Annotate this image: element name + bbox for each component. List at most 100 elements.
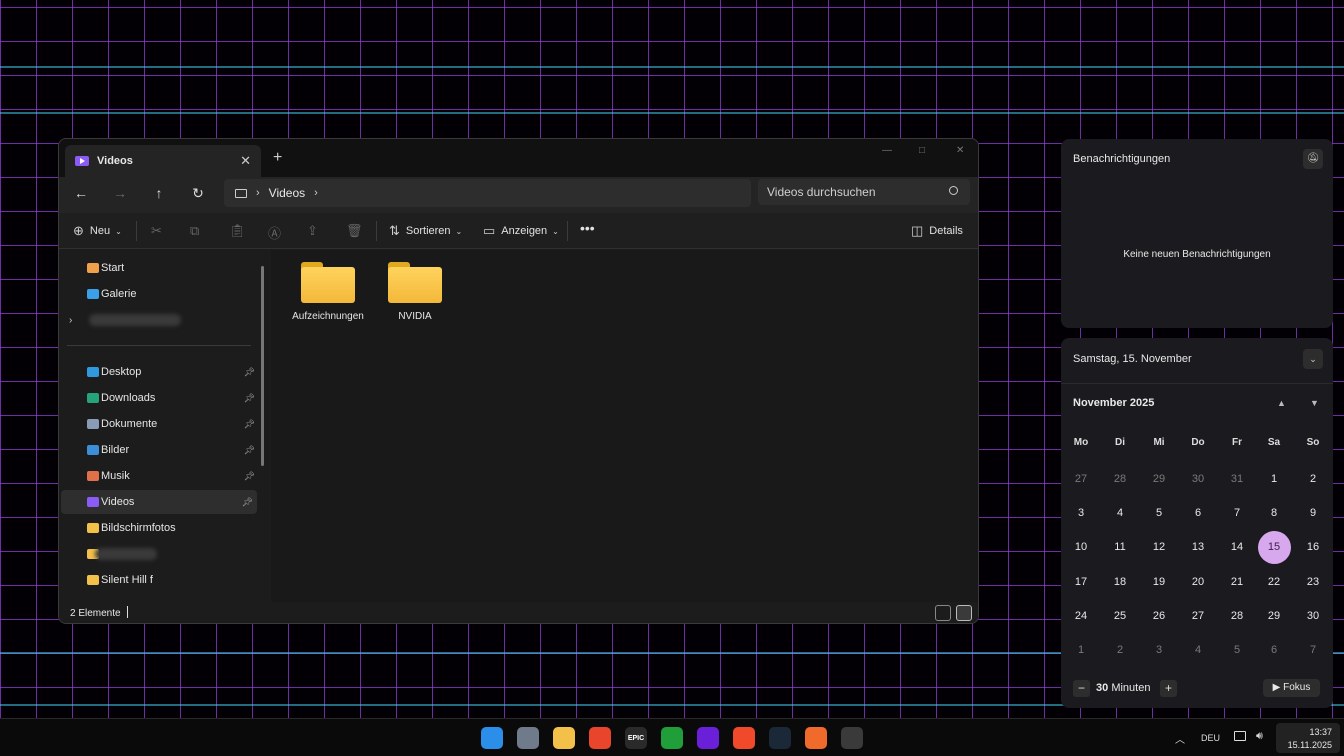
calendar-day[interactable]: 2 bbox=[1298, 464, 1328, 494]
calendar-day[interactable]: 21 bbox=[1222, 567, 1252, 597]
search-input[interactable]: Videos durchsuchen bbox=[758, 179, 970, 205]
forward-button[interactable]: → bbox=[110, 185, 130, 201]
sidebar-item-bildschirmfotos[interactable]: Bildschirmfotos bbox=[59, 516, 259, 540]
file-explorer-icon[interactable] bbox=[553, 727, 575, 749]
sidebar-item-downloads[interactable]: Downloads 📌︎ bbox=[59, 386, 259, 410]
steam-icon[interactable] bbox=[769, 727, 791, 749]
up-button[interactable]: ↑ bbox=[149, 185, 169, 201]
sidebar-item-videos[interactable]: Videos 📌︎ bbox=[61, 490, 257, 514]
calendar-day[interactable]: 5 bbox=[1222, 635, 1252, 665]
calendar-day[interactable]: 3 bbox=[1144, 635, 1174, 665]
calendar-day-today[interactable]: 15 bbox=[1257, 530, 1291, 564]
more-options-button[interactable]: ••• bbox=[580, 220, 595, 236]
calendar-day[interactable]: 28 bbox=[1105, 464, 1135, 494]
pin-icon[interactable]: 📌︎ bbox=[242, 497, 253, 508]
sidebar-item-desktop[interactable]: Desktop 📌︎ bbox=[59, 360, 259, 384]
back-button[interactable]: ← bbox=[71, 185, 91, 201]
calendar-day[interactable]: 30 bbox=[1298, 601, 1328, 631]
chevron-right-icon[interactable]: › bbox=[256, 187, 260, 199]
calendar-day[interactable]: 24 bbox=[1066, 601, 1096, 631]
calendar-day[interactable]: 7 bbox=[1298, 635, 1328, 665]
input-language[interactable]: DEU bbox=[1201, 733, 1220, 743]
decrease-focus-button[interactable]: − bbox=[1073, 680, 1090, 697]
calendar-day[interactable]: 14 bbox=[1222, 532, 1252, 562]
calendar-day[interactable]: 6 bbox=[1183, 498, 1213, 528]
calendar-day[interactable]: 29 bbox=[1144, 464, 1174, 494]
sidebar-item-redacted-folder[interactable] bbox=[59, 542, 259, 566]
calendar-day[interactable]: 10 bbox=[1066, 532, 1096, 562]
close-window-button[interactable]: ✕ bbox=[956, 145, 964, 156]
folder-nvidia[interactable]: NVIDIA bbox=[375, 262, 455, 322]
previous-month-button[interactable]: ▲ bbox=[1277, 398, 1286, 408]
network-icon[interactable] bbox=[1234, 731, 1246, 741]
calendar-day[interactable]: 27 bbox=[1183, 601, 1213, 631]
pin-icon[interactable]: 📌︎ bbox=[244, 393, 255, 404]
brave-browser-icon[interactable] bbox=[733, 727, 755, 749]
sidebar-scrollbar[interactable] bbox=[261, 266, 264, 466]
collapse-calendar-button[interactable]: ⌄ bbox=[1303, 349, 1323, 369]
calendar-day[interactable]: 18 bbox=[1105, 567, 1135, 597]
sidebar-item-dokumente[interactable]: Dokumente 📌︎ bbox=[59, 412, 259, 436]
cut-button[interactable]: ✂ bbox=[151, 223, 162, 239]
new-button[interactable]: ⊕ Neu ⌄ bbox=[73, 223, 128, 239]
settings-icon[interactable] bbox=[517, 727, 539, 749]
calendar-day[interactable]: 12 bbox=[1144, 532, 1174, 562]
do-not-disturb-icon[interactable]: 🔕︎ bbox=[1303, 149, 1323, 169]
maximize-button[interactable]: □ bbox=[919, 145, 925, 156]
details-view-icon[interactable] bbox=[935, 605, 951, 621]
calendar-month-label[interactable]: November 2025 bbox=[1073, 397, 1154, 409]
calendar-day[interactable]: 29 bbox=[1259, 601, 1289, 631]
ea-app-icon[interactable] bbox=[589, 727, 611, 749]
tab-videos[interactable]: Videos ✕ bbox=[65, 145, 261, 177]
breadcrumb-videos[interactable]: Videos bbox=[269, 186, 305, 200]
this-pc-icon[interactable] bbox=[235, 188, 247, 198]
calendar-day[interactable]: 22 bbox=[1259, 567, 1289, 597]
sidebar-item-silent-hill-f[interactable]: Silent Hill f bbox=[59, 568, 259, 592]
calendar-day[interactable]: 7 bbox=[1222, 498, 1252, 528]
view-button[interactable]: ▭ Anzeigen ⌄ bbox=[483, 223, 565, 239]
chevron-up-icon[interactable]: ︿ bbox=[1175, 731, 1185, 746]
epic-games-icon[interactable]: EPIC bbox=[625, 727, 647, 749]
address-bar[interactable]: › Videos › bbox=[224, 179, 751, 207]
sort-button[interactable]: ⇅ Sortieren ⌄ bbox=[389, 223, 468, 239]
calendar-day[interactable]: 16 bbox=[1298, 532, 1328, 562]
calendar-day[interactable]: 25 bbox=[1105, 601, 1135, 631]
calendar-day[interactable]: 9 bbox=[1298, 498, 1328, 528]
calendar-day[interactable]: 6 bbox=[1259, 635, 1289, 665]
pin-icon[interactable]: 📌︎ bbox=[244, 445, 255, 456]
calendar-day[interactable]: 28 bbox=[1222, 601, 1252, 631]
calendar-day[interactable]: 4 bbox=[1183, 635, 1213, 665]
calendar-day[interactable]: 13 bbox=[1183, 532, 1213, 562]
next-month-button[interactable]: ▼ bbox=[1310, 398, 1319, 408]
copy-button[interactable]: ⧉ bbox=[190, 223, 199, 239]
calendar-day[interactable]: 23 bbox=[1298, 567, 1328, 597]
refresh-button[interactable]: ↻ bbox=[188, 185, 208, 202]
eagle-app-icon[interactable] bbox=[841, 727, 863, 749]
close-tab-icon[interactable]: ✕ bbox=[240, 153, 251, 169]
calendar-day[interactable]: 27 bbox=[1066, 464, 1096, 494]
volume-icon[interactable]: 🔊︎ bbox=[1256, 730, 1263, 743]
calendar-day[interactable]: 2 bbox=[1105, 635, 1135, 665]
calendar-day[interactable]: 8 bbox=[1259, 498, 1289, 528]
calendar-day[interactable]: 20 bbox=[1183, 567, 1213, 597]
pin-icon[interactable]: 📌︎ bbox=[244, 471, 255, 482]
rename-button[interactable]: Ⓐ bbox=[268, 223, 281, 242]
calendar-day[interactable]: 4 bbox=[1105, 498, 1135, 528]
calendar-day[interactable]: 3 bbox=[1066, 498, 1096, 528]
start-icon[interactable] bbox=[481, 727, 503, 749]
details-button[interactable]: ◫ Details bbox=[911, 223, 963, 239]
folder-aufzeichnungen[interactable]: Aufzeichnungen bbox=[288, 262, 368, 322]
calendar-day[interactable]: 1 bbox=[1259, 464, 1289, 494]
calendar-day[interactable]: 5 bbox=[1144, 498, 1174, 528]
sidebar-item-redacted[interactable]: › bbox=[59, 308, 259, 332]
calendar-day[interactable]: 11 bbox=[1105, 532, 1135, 562]
share-button[interactable]: ⇪ bbox=[307, 223, 318, 239]
calendar-day[interactable]: 1 bbox=[1066, 635, 1096, 665]
xbox-icon[interactable] bbox=[661, 727, 683, 749]
pin-icon[interactable]: 📌︎ bbox=[244, 419, 255, 430]
calendar-day[interactable]: 30 bbox=[1183, 464, 1213, 494]
sidebar-item-start[interactable]: Start bbox=[59, 256, 259, 280]
minimize-button[interactable]: — bbox=[882, 145, 892, 156]
sidebar-item-bilder[interactable]: Bilder 📌︎ bbox=[59, 438, 259, 462]
clock[interactable]: 13:37 15.11.2025 bbox=[1276, 723, 1340, 753]
